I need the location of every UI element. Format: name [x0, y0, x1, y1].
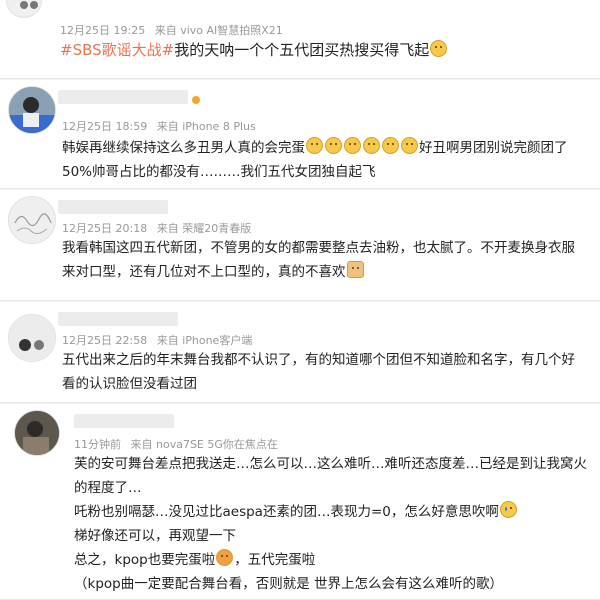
comment-source: 来自 iPhone客户端	[156, 334, 253, 347]
grin-emoji-icon	[216, 549, 234, 566]
post-time: 12月25日 19:25	[60, 24, 146, 37]
avatar-photo-icon	[15, 411, 59, 455]
comment-time: 11分钟前	[74, 438, 121, 451]
post-meta: 12月25日 19:25 来自 vivo AI智慧拍照X21	[60, 22, 289, 38]
avatar-icon	[20, 1, 38, 9]
comment-line: 好丑啊男团别说完颜团了	[419, 140, 568, 156]
sleepy-emoji-icon	[430, 40, 448, 57]
comment-meta: 12月25日 20:18 来自 荣耀20青春版	[62, 220, 257, 236]
comment-line: 芙的安可舞台差点把我送走…怎么可以…这么难听…难听还态度差…已经是到让我窝火	[74, 456, 587, 472]
smile-emoji-icon	[382, 137, 399, 154]
comment-line: 总之，kpop也要完蛋啦	[74, 552, 216, 568]
username-redacted	[58, 312, 178, 326]
comment-line: ，五代完蛋啦	[234, 552, 316, 568]
comment-text: 芙的安可舞台差点把我送走…怎么可以…这么难听…难听还态度差…已经是到让我窝火 的…	[74, 452, 587, 596]
comment-4: 11分钟前 来自 nova7SE 5G你在焦点在 芙的安可舞台差点把我送走…怎么…	[0, 404, 600, 600]
smile-emoji-icon	[306, 137, 323, 154]
comment-time: 12月25日 20:18	[62, 222, 148, 235]
comment-text: 我看韩国这四五代新团，不管男的女的都需要整点去油粉，也太腻了。不开麦换身衣服 来…	[62, 236, 575, 284]
avatar[interactable]	[6, 0, 42, 18]
smile-emoji-icon	[401, 137, 418, 154]
smile-emoji-icon	[363, 137, 380, 154]
comment-line: 梯好像还可以，再观望一下	[74, 528, 236, 544]
comment-line: 来对口型，还有几位对不上口型的，真的不喜欢	[62, 264, 346, 280]
comment-time: 12月25日 18:59	[62, 120, 148, 133]
avatar[interactable]	[8, 86, 56, 134]
comment-2: 12月25日 20:18 来自 荣耀20青春版 我看韩国这四五代新团，不管男的女…	[0, 190, 600, 301]
comment-source: 来自 nova7SE 5G你在焦点在	[130, 438, 278, 451]
comment-meta: 12月25日 18:59 来自 iPhone 8 Plus	[62, 118, 262, 134]
hand-emoji-icon	[346, 261, 364, 278]
comment-line: 韩娱再继续保持这么多丑男人真的会完蛋	[62, 140, 305, 156]
comment-line: 看的认识脸但没看过团	[62, 376, 197, 392]
avatar-photo-icon	[9, 87, 55, 133]
avatar-photo-icon	[9, 315, 55, 361]
comment-line: 我看韩国这四五代新团，不管男的女的都需要整点去油粉，也太腻了。不开麦换身衣服	[62, 240, 575, 256]
smile-emoji-icon	[344, 137, 361, 154]
post-text: #SBS歌谣大战#我的天呐一个个五代团买热搜买得飞起	[60, 38, 448, 62]
original-post: 12月25日 19:25 来自 vivo AI智慧拍照X21 #SBS歌谣大战#…	[0, 0, 600, 79]
avatar[interactable]	[8, 314, 56, 362]
avatar[interactable]	[14, 410, 60, 456]
comment-source: 来自 iPhone 8 Plus	[156, 120, 256, 133]
post-body: 我的天呐一个个五代团买热搜买得飞起	[174, 41, 430, 59]
username-redacted	[58, 200, 168, 214]
comment-text: 韩娱再继续保持这么多丑男人真的会完蛋 好丑啊男团别说完颜团了 50%帅哥占比的都没…	[62, 136, 568, 184]
comment-text: 五代出来之后的年末舞台我都不认识了，有的知道哪个团但不知道脸和名字，有几个好 看…	[62, 348, 575, 396]
comment-line: 50%帅哥占比的都没有………我们五代女团独自起飞	[62, 164, 376, 180]
comment-meta: 11分钟前 来自 nova7SE 5G你在焦点在	[74, 436, 284, 452]
comment-source: 来自 荣耀20青春版	[156, 222, 252, 235]
comment-time: 12月25日 22:58	[62, 334, 148, 347]
comment-3: 12月25日 22:58 来自 iPhone客户端 五代出来之后的年末舞台我都不…	[0, 302, 600, 403]
crying-emoji-icon	[499, 501, 517, 518]
signature-avatar-icon	[14, 213, 52, 235]
post-source: 来自 vivo AI智慧拍照X21	[154, 24, 283, 37]
comment-line: 的程度了…	[74, 480, 142, 496]
hashtag-link[interactable]: #SBS歌谣大战#	[60, 41, 174, 59]
comment-line: 吒粉也别嗝瑟…没见过比aespa还素的团…表现力=0，怎么好意思吹啊	[74, 504, 499, 520]
vip-badge-icon	[192, 96, 200, 104]
smile-emoji-icon	[325, 137, 342, 154]
avatar[interactable]	[8, 196, 56, 244]
comment-1: 12月25日 18:59 来自 iPhone 8 Plus 韩娱再继续保持这么多…	[0, 80, 600, 189]
username-redacted	[58, 90, 188, 104]
comment-line: 五代出来之后的年末舞台我都不认识了，有的知道哪个团但不知道脸和名字，有几个好	[62, 352, 575, 368]
comment-meta: 12月25日 22:58 来自 iPhone客户端	[62, 332, 258, 348]
comment-line: （kpop曲一定要配合舞台看，否则就是 世界上怎么会有这么难听的歌）	[74, 576, 504, 592]
username-redacted	[74, 414, 174, 428]
